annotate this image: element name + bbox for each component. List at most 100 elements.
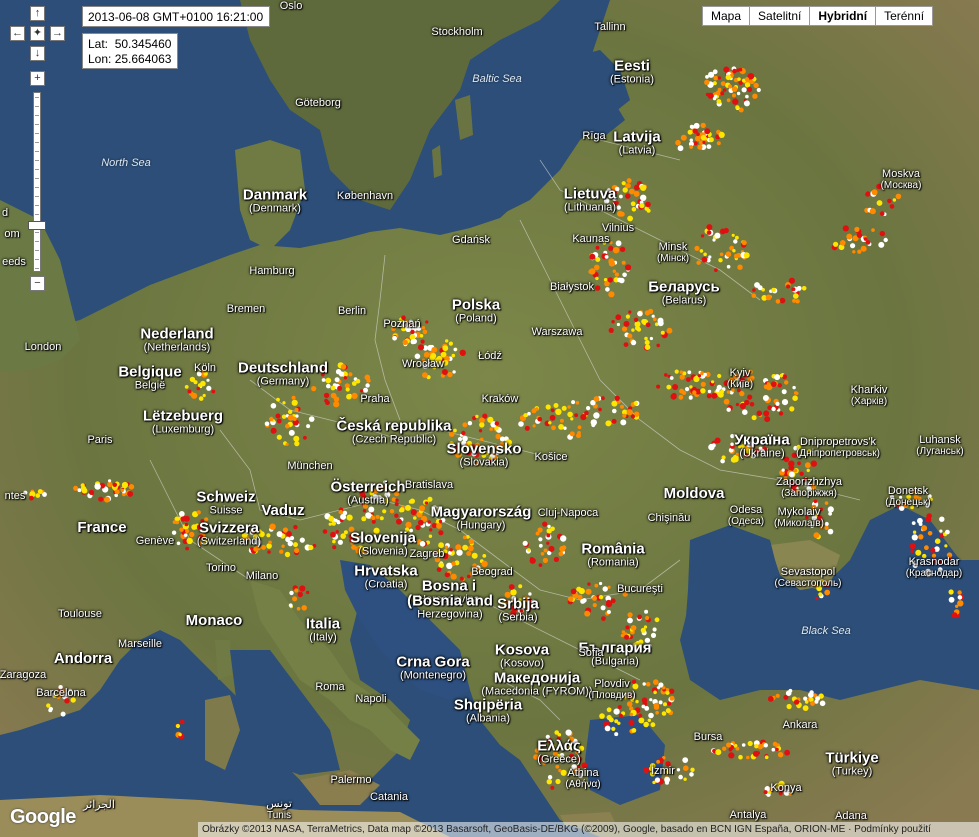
lightning-strike-marker [500, 448, 506, 453]
lightning-strike-marker [840, 240, 846, 246]
lightning-strike-marker [781, 399, 789, 406]
lightning-strike-marker [337, 385, 343, 391]
lightning-strike-marker [654, 617, 660, 623]
lightning-strike-marker [690, 767, 695, 772]
google-logo[interactable]: Google [10, 806, 76, 829]
lightning-strike-marker [678, 394, 684, 400]
lightning-strike-marker [890, 494, 894, 499]
zoom-slider-track[interactable] [33, 92, 41, 272]
lightning-strike-marker [735, 746, 740, 751]
lightning-strike-marker [621, 260, 626, 265]
lightning-strike-marker [546, 528, 552, 534]
lightning-strike-marker [441, 369, 448, 375]
lightning-strike-marker [630, 201, 636, 207]
lightning-strike-marker [699, 249, 704, 253]
lightning-strike-marker [680, 134, 687, 141]
lightning-strike-marker [814, 583, 818, 587]
lightning-strike-marker [567, 411, 573, 418]
lightning-strike-marker [732, 68, 737, 74]
map-canvas[interactable] [0, 0, 979, 837]
pan-center-button[interactable]: ✦ [30, 26, 45, 41]
lightning-strike-marker [495, 451, 500, 456]
lightning-strike-marker [408, 319, 414, 324]
lightning-strike-marker [294, 588, 299, 593]
lightning-strike-marker [179, 527, 184, 532]
map-type-hybridni[interactable]: Hybridní [809, 6, 877, 26]
lightning-strike-marker [611, 726, 616, 732]
lightning-strike-marker [747, 394, 753, 400]
lightning-strike-marker [648, 644, 653, 648]
lightning-strike-marker [127, 490, 134, 497]
lightning-strike-marker [328, 522, 332, 526]
lightning-strike-marker [448, 551, 452, 555]
lightning-strike-marker [250, 529, 256, 534]
lightning-strike-marker [806, 510, 812, 516]
lightning-strike-marker [467, 545, 474, 552]
lightning-strike-marker [538, 537, 543, 542]
lightning-strike-marker [285, 442, 289, 446]
lightning-strike-marker [429, 355, 436, 361]
pan-left-button[interactable]: ← [10, 26, 25, 41]
lightning-strike-marker [394, 513, 399, 518]
lightning-strike-marker [475, 414, 479, 419]
lat-value: 50.345460 [114, 37, 172, 51]
lightning-strike-marker [617, 210, 623, 217]
lightning-strike-marker [774, 374, 781, 381]
lightning-strike-marker [56, 694, 61, 700]
lightning-strike-marker [925, 516, 932, 523]
lightning-strike-marker [591, 422, 596, 428]
lightning-strike-marker [601, 396, 605, 401]
lightning-strike-marker [459, 349, 466, 356]
lightning-strike-marker [803, 696, 808, 701]
lightning-strike-marker [332, 539, 336, 544]
lightning-strike-marker [945, 529, 950, 535]
lightning-strike-marker [451, 353, 456, 358]
lightning-strike-marker [653, 690, 657, 695]
lightning-strike-marker [267, 550, 271, 554]
lightning-strike-marker [865, 191, 871, 197]
zoom-slider-handle[interactable] [28, 221, 46, 230]
lightning-strike-marker [508, 584, 515, 590]
lightning-strike-marker [732, 93, 736, 98]
lightning-strike-marker [628, 188, 635, 195]
lightning-strike-marker [778, 780, 785, 788]
lightning-strike-marker [80, 483, 85, 488]
lightning-strike-marker [581, 762, 588, 769]
lightning-strike-marker [421, 326, 426, 330]
lightning-strike-marker [534, 748, 540, 753]
lightning-strike-marker [455, 444, 461, 450]
lightning-strike-marker [471, 552, 478, 559]
lightning-strike-marker [705, 75, 709, 79]
pan-up-button[interactable]: ↑ [30, 6, 45, 21]
lightning-strike-marker [436, 567, 442, 572]
lightning-strike-marker [939, 529, 943, 533]
lightning-strike-marker [433, 553, 438, 559]
lightning-strike-marker [638, 713, 643, 718]
lightning-strike-marker [180, 516, 186, 522]
lightning-strike-marker [813, 532, 820, 539]
pan-down-button[interactable]: ↓ [30, 46, 45, 61]
map-type-satelitni[interactable]: Satelitní [749, 6, 811, 26]
lightning-strike-marker [871, 189, 878, 196]
lightning-strike-marker [114, 489, 120, 495]
lightning-strike-marker [819, 700, 826, 707]
lightning-strike-marker [607, 277, 613, 283]
pan-right-button[interactable]: → [50, 26, 65, 41]
lightning-strike-marker [781, 389, 787, 395]
zoom-tick [35, 232, 39, 233]
lightning-strike-marker [534, 604, 540, 610]
zoom-out-button[interactable]: − [30, 276, 45, 291]
lightning-strike-marker [792, 385, 796, 390]
lightning-strike-marker [810, 483, 817, 490]
lightning-strike-marker [533, 754, 539, 760]
lightning-strike-marker [413, 516, 417, 520]
lightning-strike-marker [448, 341, 453, 346]
map-type-terenni[interactable]: Terénní [875, 6, 934, 26]
lightning-strike-marker [744, 77, 750, 82]
lightning-strike-marker [601, 616, 606, 621]
lightning-strike-marker [756, 87, 761, 93]
lightning-strike-marker [462, 544, 468, 551]
zoom-in-button[interactable]: + [30, 71, 45, 86]
map-type-mapa[interactable]: Mapa [702, 6, 751, 26]
lightning-strike-marker [538, 543, 543, 548]
